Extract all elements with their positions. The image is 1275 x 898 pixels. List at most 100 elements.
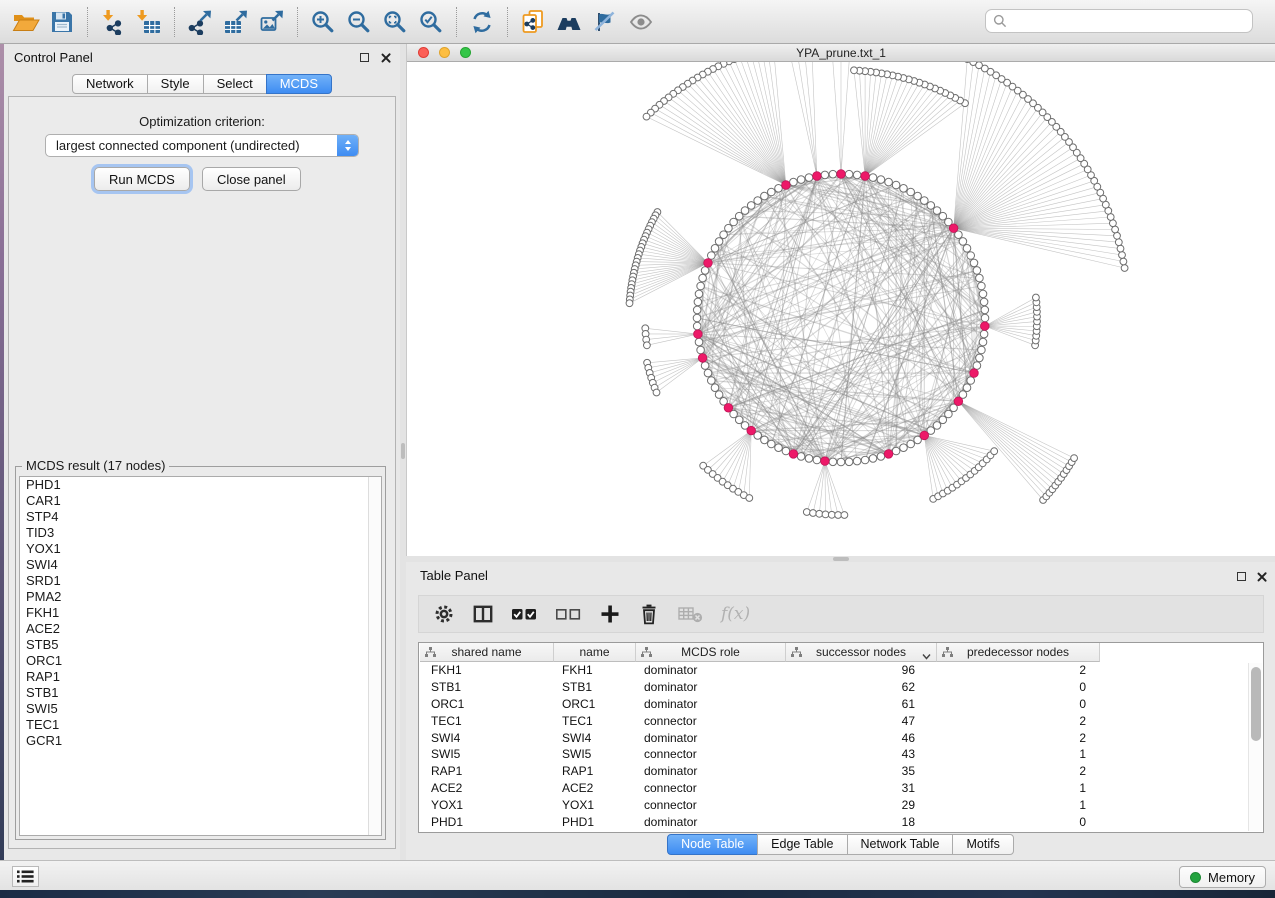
table-panel-tabs: Node TableEdge TableNetwork TableMotifs (406, 834, 1275, 855)
close-panel-icon[interactable] (381, 53, 391, 63)
float-panel-icon[interactable] (1237, 572, 1246, 581)
table-scrollbar[interactable] (1248, 663, 1262, 831)
table-row[interactable]: SWI5SWI5connector431 (419, 746, 1263, 763)
control-tab-mcds[interactable]: MCDS (266, 74, 332, 94)
list-item[interactable]: ORC1 (20, 653, 381, 669)
memory-button[interactable]: Memory (1179, 866, 1266, 888)
cell: 35 (786, 763, 937, 780)
table-row[interactable]: YOX1YOX1connector291 (419, 797, 1263, 814)
table-tab-network-table[interactable]: Network Table (847, 834, 954, 855)
zoom-selected-icon[interactable] (413, 5, 449, 39)
control-tab-network[interactable]: Network (72, 74, 148, 94)
list-item[interactable]: STB1 (20, 685, 381, 701)
control-panel-tabs: NetworkStyleSelectMCDS (4, 74, 400, 94)
clone-network-icon[interactable] (515, 5, 551, 39)
list-scrollbar[interactable] (368, 477, 381, 835)
export-table-icon[interactable] (218, 5, 254, 39)
list-item[interactable]: YOX1 (20, 541, 381, 557)
table-tab-motifs[interactable]: Motifs (952, 834, 1013, 855)
search-icon (993, 14, 1007, 28)
table-row[interactable]: RAP1RAP1dominator352 (419, 763, 1263, 780)
list-item[interactable]: ACE2 (20, 621, 381, 637)
list-item[interactable]: SWI5 (20, 701, 381, 717)
list-item[interactable]: SRD1 (20, 573, 381, 589)
column-header-MCDS-role[interactable]: MCDS role (636, 643, 786, 662)
column-header-shared-name[interactable]: shared name (420, 643, 554, 662)
table-row[interactable]: SWI4SWI4dominator462 (419, 730, 1263, 747)
scrollbar-thumb[interactable] (1251, 667, 1261, 741)
zoom-out-icon[interactable] (341, 5, 377, 39)
save-session-icon[interactable] (44, 5, 80, 39)
open-file-icon[interactable] (8, 5, 44, 39)
optimization-criterion-label: Optimization criterion: (9, 114, 395, 129)
cell: 29 (786, 797, 937, 814)
search-input[interactable] (1012, 12, 1252, 30)
list-item[interactable]: PMA2 (20, 589, 381, 605)
zoom-fit-icon[interactable] (377, 5, 413, 39)
delete-column-trash-icon[interactable] (638, 601, 660, 627)
close-panel-button[interactable]: Close panel (202, 167, 301, 191)
control-tab-style[interactable]: Style (147, 74, 204, 94)
cell: FKH1 (554, 662, 636, 679)
optimization-criterion-select[interactable]: largest connected component (undirected) (45, 134, 359, 157)
float-panel-icon[interactable] (360, 53, 369, 62)
show-columns-icon[interactable] (472, 601, 494, 627)
cell: PHD1 (420, 814, 554, 831)
list-item[interactable]: GCR1 (20, 733, 381, 749)
table-row[interactable]: ORC1ORC1dominator610 (419, 696, 1263, 713)
show-eye-icon[interactable] (623, 5, 659, 39)
search-binoculars-icon[interactable] (551, 5, 587, 39)
refresh-layout-icon[interactable] (464, 5, 500, 39)
network-frame-titlebar[interactable]: YPA_prune.txt_1 (407, 44, 1275, 62)
list-item[interactable]: STB5 (20, 637, 381, 653)
list-item[interactable]: TEC1 (20, 717, 381, 733)
task-history-button[interactable] (12, 866, 39, 887)
import-network-icon[interactable] (95, 5, 131, 39)
table-row[interactable]: STB1STB1dominator620 (419, 679, 1263, 696)
run-mcds-button[interactable]: Run MCDS (94, 167, 190, 191)
network-canvas[interactable] (407, 62, 1275, 556)
table-tab-node-table[interactable]: Node Table (667, 834, 758, 855)
table-tab-edge-table[interactable]: Edge Table (757, 834, 847, 855)
cell: 2 (937, 713, 1100, 730)
table-row[interactable]: PHD1PHD1dominator180 (419, 814, 1263, 831)
column-header-label: successor nodes (816, 645, 906, 659)
list-item[interactable]: STP4 (20, 509, 381, 525)
cell: 43 (786, 746, 937, 763)
network-graph[interactable] (407, 62, 1275, 556)
zoom-in-icon[interactable] (305, 5, 341, 39)
table-row[interactable]: ACE2ACE2connector311 (419, 780, 1263, 797)
list-item[interactable]: FKH1 (20, 605, 381, 621)
list-item[interactable]: SWI4 (20, 557, 381, 573)
list-item[interactable]: PHD1 (20, 477, 381, 493)
column-header-name[interactable]: name (554, 643, 636, 662)
deselect-all-icon[interactable] (555, 601, 582, 627)
import-table-icon[interactable] (131, 5, 167, 39)
add-column-icon[interactable] (599, 601, 621, 627)
mcds-result-list[interactable]: PHD1CAR1STP4TID3YOX1SWI4SRD1PMA2FKH1ACE2… (19, 476, 382, 836)
close-panel-icon[interactable] (1257, 572, 1267, 582)
search-box[interactable] (985, 9, 1253, 33)
list-item[interactable]: TID3 (20, 525, 381, 541)
node-table[interactable]: shared namenameMCDS role successor nodes p… (418, 642, 1264, 833)
select-all-checks-icon[interactable] (511, 601, 538, 627)
control-tab-select[interactable]: Select (203, 74, 267, 94)
export-network-icon[interactable] (182, 5, 218, 39)
list-item[interactable]: RAP1 (20, 669, 381, 685)
cell: PHD1 (554, 814, 636, 831)
table-row[interactable]: TEC1TEC1connector472 (419, 713, 1263, 730)
splitter-grip[interactable] (833, 557, 849, 561)
splitter-grip[interactable] (401, 443, 405, 459)
list-item[interactable]: CAR1 (20, 493, 381, 509)
column-header-predecessor-nodes[interactable]: predecessor nodes (937, 643, 1100, 662)
cell: dominator (636, 763, 786, 780)
export-image-icon[interactable] (254, 5, 290, 39)
hide-flag-icon[interactable] (587, 5, 623, 39)
cell: dominator (636, 730, 786, 747)
table-toolbar: f(x) (418, 595, 1264, 633)
table-row[interactable]: FKH1FKH1dominator962 (419, 662, 1263, 679)
column-header-successor-nodes[interactable]: successor nodes (786, 643, 937, 662)
cell: dominator (636, 696, 786, 713)
cell: dominator (636, 814, 786, 831)
table-settings-gear-icon[interactable] (433, 601, 455, 627)
